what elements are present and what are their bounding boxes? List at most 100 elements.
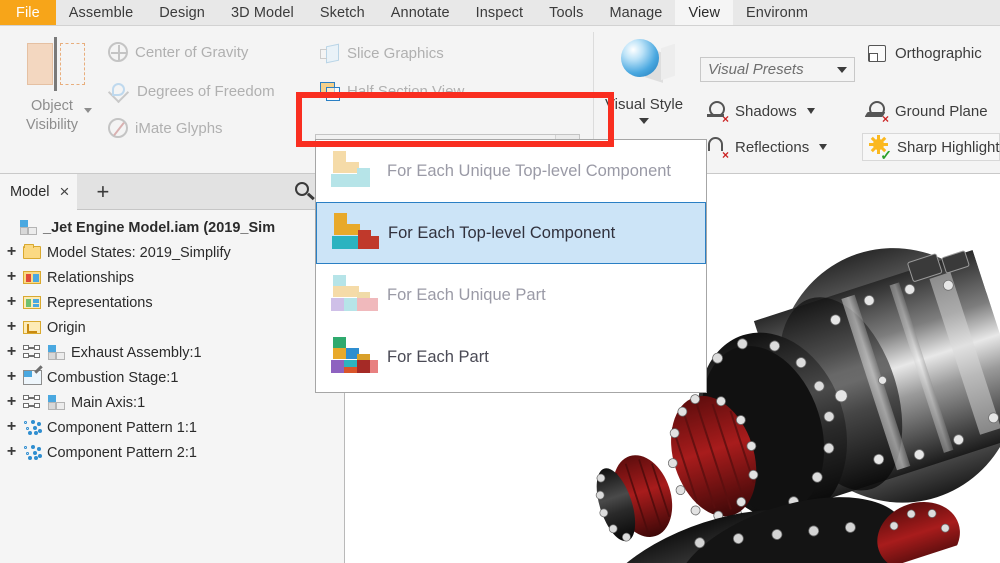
tree-row[interactable]: + Origin	[0, 315, 344, 340]
ground-plane-icon: ×	[866, 100, 889, 125]
tree-expander[interactable]: +	[4, 419, 19, 435]
ribbon-item-center-of-gravity[interactable]: Center of Gravity	[108, 42, 248, 62]
tree-expander[interactable]: +	[4, 294, 19, 310]
ribbon-item-sharp-highlights[interactable]: ✓ Sharp Highlights	[868, 135, 1000, 162]
tree-row[interactable]: + Combustion Stage:1	[0, 365, 344, 390]
origin-icon	[23, 319, 42, 336]
ribbon-item-reflections[interactable]: × Reflections	[706, 136, 828, 161]
tree-row[interactable]: + Representations	[0, 290, 344, 315]
ribbon-tab-inspect[interactable]: Inspect	[463, 0, 536, 25]
chevron-down-icon[interactable]	[84, 108, 92, 113]
subassembly-icon	[23, 395, 42, 412]
visual-style-sphere-icon	[611, 34, 677, 96]
menu-item-for-each-top-level-component[interactable]: For Each Top-level Component	[316, 202, 706, 264]
ribbon-item-shadows[interactable]: × Shadows	[706, 100, 815, 125]
chevron-down-icon[interactable]	[837, 66, 847, 73]
tree-expander[interactable]: +	[4, 244, 19, 260]
chevron-down-icon[interactable]	[806, 108, 815, 114]
ribbon-tab-tools[interactable]: Tools	[536, 0, 596, 25]
ribbon-tab-environments[interactable]: Environm	[733, 0, 821, 25]
close-icon[interactable]: ×	[60, 183, 70, 200]
ribbon-tab-annotate[interactable]: Annotate	[378, 0, 463, 25]
tree-row[interactable]: + Main Axis:1	[0, 390, 344, 415]
ribbon-item-label: Reflections	[735, 138, 810, 156]
ribbon-tab-3d-model[interactable]: 3D Model	[218, 0, 307, 25]
browser-tab-model[interactable]: Model ×	[0, 173, 78, 210]
tree-row[interactable]: + Exhaust Assembly:1	[0, 340, 344, 365]
ribbon-tab-label: File	[16, 4, 40, 21]
tree-row[interactable]: + Model States: 2019_Simplify	[0, 240, 344, 265]
menu-item-for-each-unique-part[interactable]: For Each Unique Part	[316, 264, 706, 326]
ribbon-tab-manage[interactable]: Manage	[596, 0, 675, 25]
tree-row[interactable]: + Component Pattern 1:1	[0, 415, 344, 440]
ribbon-tab-assemble[interactable]: Assemble	[56, 0, 146, 25]
tree-expander[interactable]	[4, 220, 19, 235]
ribbon-tab-file[interactable]: File	[0, 0, 56, 25]
sharp-highlights-icon: ✓	[868, 135, 892, 162]
tree-expander[interactable]: +	[4, 444, 19, 460]
ribbon-item-ground-plane[interactable]: × Ground Plane	[866, 100, 988, 125]
ribbon-item-orthographic[interactable]: Orthographic	[866, 42, 982, 64]
browser-tab-strip: Model × +	[0, 173, 344, 210]
assembly-icon	[19, 220, 38, 237]
blocks-pastel-icon	[326, 272, 378, 318]
ribbon-item-label: Sharp Highlights	[897, 138, 1000, 156]
object-visibility-icon	[21, 34, 85, 96]
half-section-view-icon	[318, 80, 340, 102]
tree-expander[interactable]: +	[4, 269, 19, 285]
tree-row-label: Main Axis:1	[71, 394, 146, 411]
tree-row-label: Relationships	[47, 269, 135, 286]
tree-row-label: Component Pattern 1:1	[47, 419, 197, 436]
folder-icon	[23, 244, 42, 261]
tree-expander[interactable]: +	[4, 369, 19, 385]
ribbon-item-imate-glyphs[interactable]: iMate Glyphs	[108, 118, 223, 138]
ribbon-item-half-section-view[interactable]: Half Section View	[318, 80, 464, 102]
orthographic-icon	[866, 42, 888, 64]
ribbon-tab-label: Assemble	[68, 4, 134, 21]
ribbon-item-label: Ground Plane	[895, 102, 988, 120]
object-visibility-label-line1: Object	[31, 98, 73, 114]
display-separate-colors-menu: For Each Unique Top-level Component For …	[315, 139, 707, 393]
blocks-multicolor-icon	[326, 334, 378, 380]
ribbon-tab-bar: File Assemble Design 3D Model Sketch Ann…	[0, 0, 1000, 26]
tree-expander[interactable]: +	[4, 394, 19, 410]
menu-item-label: For Each Top-level Component	[388, 223, 616, 242]
menu-item-for-each-unique-top-level-component[interactable]: For Each Unique Top-level Component	[316, 140, 706, 202]
chevron-down-icon[interactable]	[819, 144, 828, 150]
search-icon[interactable]	[294, 181, 316, 203]
imate-glyphs-icon	[108, 118, 128, 138]
tree-row-label: Exhaust Assembly:1	[71, 344, 202, 361]
ribbon-tab-label: View	[688, 4, 721, 21]
ribbon-tab-label: Design	[159, 4, 205, 21]
visual-presets-value: Visual Presets	[708, 61, 804, 78]
tree-row-label: Component Pattern 2:1	[47, 444, 197, 461]
ribbon-tab-label: Tools	[549, 4, 584, 21]
tree-row[interactable]: + Component Pattern 2:1	[0, 440, 344, 465]
tree-expander[interactable]: +	[4, 344, 19, 360]
object-visibility-button[interactable]: Object Visibility	[8, 32, 96, 160]
ribbon-item-label: Degrees of Freedom	[137, 82, 275, 100]
representations-icon	[23, 294, 42, 311]
ribbon-tab-design[interactable]: Design	[146, 0, 218, 25]
tree-expander[interactable]: +	[4, 319, 19, 335]
tree-row-label: Combustion Stage:1	[47, 369, 179, 386]
add-tab-icon[interactable]: +	[90, 180, 115, 202]
shadows-icon: ×	[706, 100, 729, 125]
ribbon-tab-label: Inspect	[475, 4, 524, 21]
ribbon-item-label: Orthographic	[895, 44, 982, 62]
menu-item-label: For Each Unique Top-level Component	[387, 161, 672, 180]
ribbon-item-slice-graphics[interactable]: Slice Graphics	[318, 42, 444, 64]
tree-row[interactable]: + Relationships	[0, 265, 344, 290]
degrees-of-freedom-icon	[108, 80, 130, 102]
ribbon-tab-sketch[interactable]: Sketch	[307, 0, 378, 25]
ribbon-item-label: Center of Gravity	[135, 43, 249, 61]
tree-row-label: Model States: 2019_Simplify	[47, 244, 231, 261]
visual-presets-combo[interactable]: Visual Presets	[700, 57, 855, 82]
menu-item-for-each-part[interactable]: For Each Part	[316, 326, 706, 388]
ribbon-item-degrees-of-freedom[interactable]: Degrees of Freedom	[108, 80, 275, 102]
chevron-down-icon[interactable]	[639, 118, 649, 124]
ribbon-tab-view[interactable]: View	[675, 0, 734, 25]
ribbon-tab-label: Manage	[609, 4, 663, 21]
inventor-window: File Assemble Design 3D Model Sketch Ann…	[0, 0, 1000, 563]
tree-row[interactable]: _Jet Engine Model.iam (2019_Sim	[0, 215, 344, 240]
